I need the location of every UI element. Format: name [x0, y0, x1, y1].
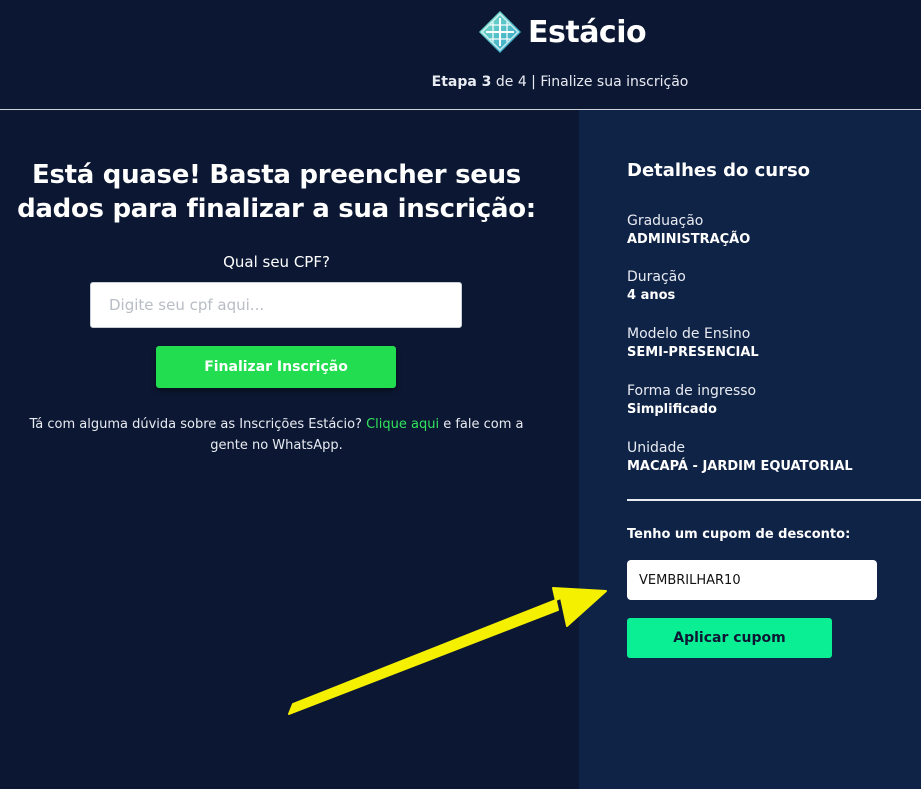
detail-unit: Unidade MACAPÁ - JARDIM EQUATORIAL — [627, 439, 853, 477]
coupon-label: Tenho um cupom de desconto: — [627, 527, 851, 542]
detail-label: Forma de ingresso — [627, 383, 757, 399]
divider — [627, 499, 921, 501]
registration-form: Está quase! Basta preencher seus dados p… — [0, 110, 579, 789]
detail-label: Graduação — [627, 213, 704, 229]
apply-coupon-button[interactable]: Aplicar cupom — [627, 618, 832, 658]
step-indicator: Etapa 3 de 4 | Finalize sua inscrição — [0, 74, 921, 90]
header: Estácio Etapa 3 de 4 | Finalize sua insc… — [0, 0, 921, 110]
step-current: Etapa 3 — [431, 74, 492, 90]
detail-value: SEMI-PRESENCIAL — [627, 345, 759, 360]
detail-graduation: Graduação ADMINISTRAÇÃO — [627, 212, 750, 250]
page-title: Está quase! Basta preencher seus dados p… — [17, 160, 536, 224]
coupon-input[interactable] — [627, 560, 877, 600]
help-text-before: Tá com alguma dúvida sobre as Inscrições… — [29, 417, 367, 432]
whatsapp-link[interactable]: Clique aqui — [366, 417, 439, 432]
step-rest: de 4 | Finalize sua inscrição — [491, 74, 689, 90]
detail-teaching-model: Modelo de Ensino SEMI-PRESENCIAL — [627, 325, 759, 363]
detail-label: Unidade — [627, 440, 685, 456]
cpf-input[interactable] — [90, 282, 462, 328]
detail-label: Modelo de Ensino — [627, 326, 751, 342]
estacio-logo-icon — [479, 11, 521, 53]
detail-value: Simplificado — [627, 402, 717, 417]
detail-duration: Duração 4 anos — [627, 268, 686, 306]
detail-admission: Forma de ingresso Simplificado — [627, 382, 756, 420]
course-details-title: Detalhes do curso — [627, 160, 811, 181]
brand-name: Estácio — [528, 14, 647, 50]
finalize-registration-button[interactable]: Finalizar Inscrição — [156, 346, 396, 388]
cpf-label: Qual seu CPF? — [223, 253, 330, 271]
detail-label: Duração — [627, 269, 686, 285]
detail-value: ADMINISTRAÇÃO — [627, 232, 751, 247]
detail-value: MACAPÁ - JARDIM EQUATORIAL — [627, 459, 853, 474]
course-details-panel: Detalhes do curso Graduação ADMINISTRAÇÃ… — [579, 110, 921, 789]
detail-value: 4 anos — [627, 288, 676, 303]
help-text: Tá com alguma dúvida sobre as Inscrições… — [20, 414, 533, 456]
brand-logo[interactable]: Estácio — [478, 10, 647, 54]
